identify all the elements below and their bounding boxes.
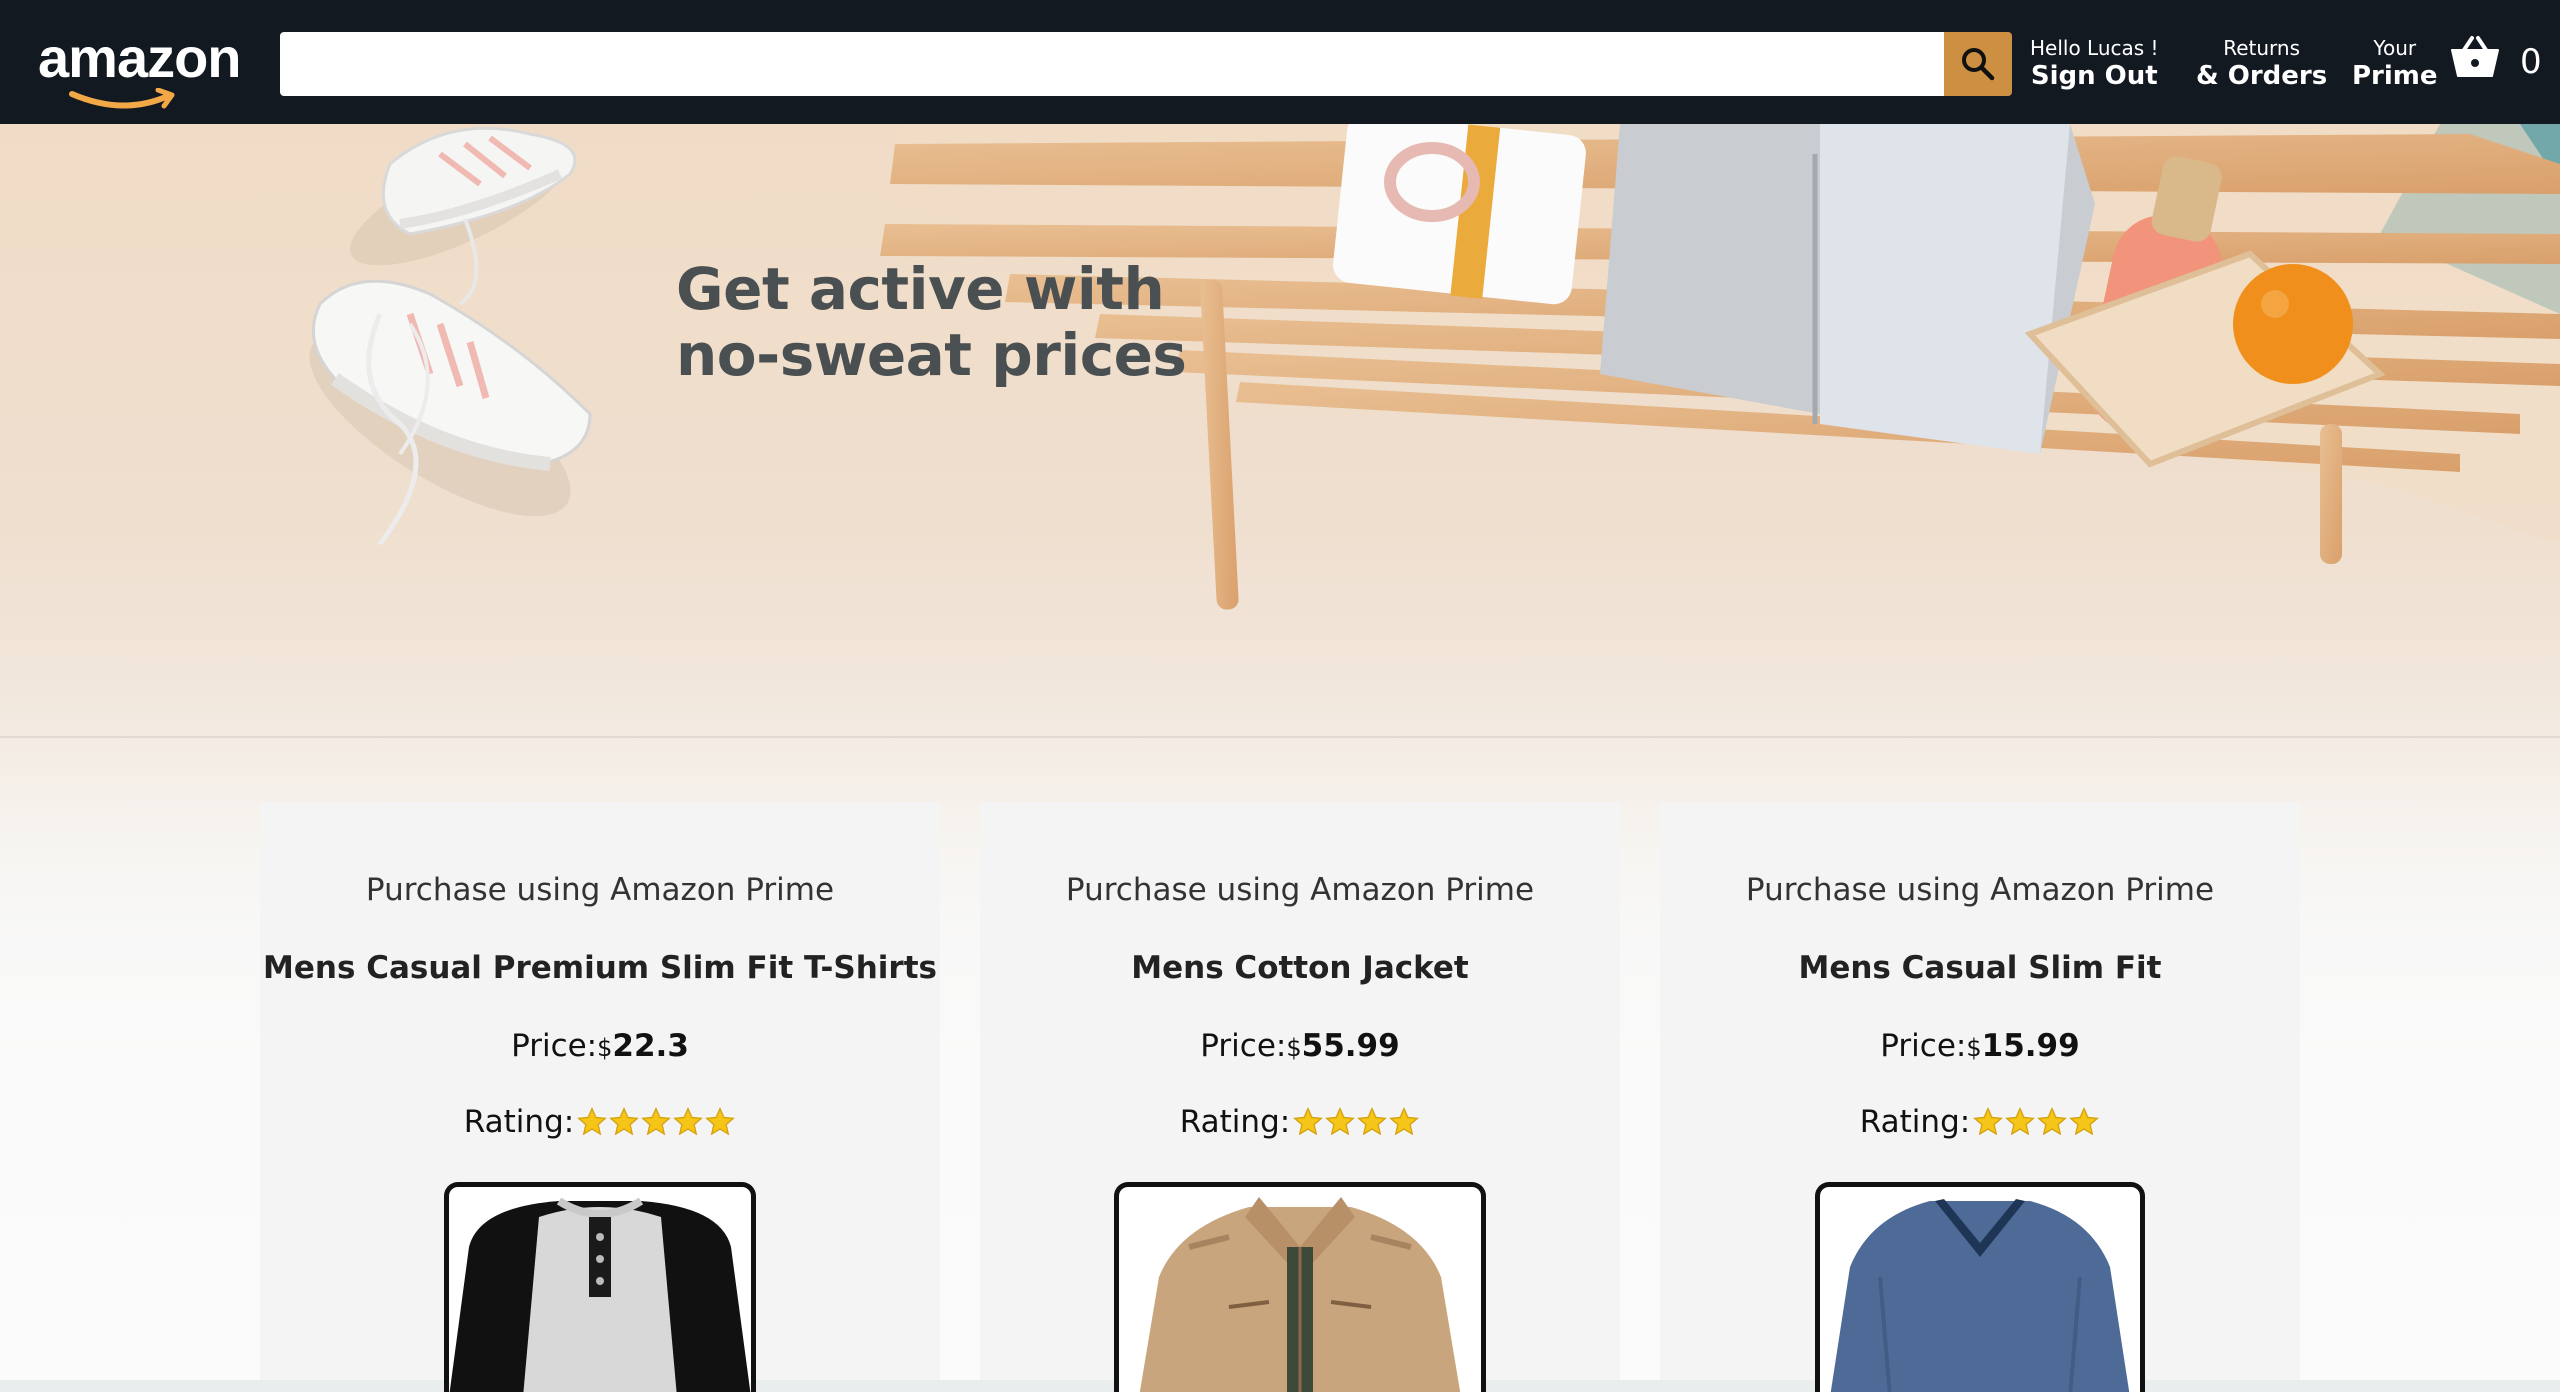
product-caption: Purchase using Amazon Prime xyxy=(1065,872,1535,908)
product-image[interactable] xyxy=(1815,1182,2145,1392)
rating-label: Rating: xyxy=(1179,1104,1291,1140)
logo-smile-icon xyxy=(69,88,175,109)
nav-returns-orders[interactable]: Returns & Orders xyxy=(2196,36,2327,92)
price-label: Price: xyxy=(511,1028,598,1064)
product-card: Purchase using Amazon Prime Mens Cotton … xyxy=(980,802,1620,1392)
star-icon xyxy=(2005,1107,2036,1136)
product-price: Price:$15.99 xyxy=(1660,1028,2300,1064)
top-navbar: amazon Hello Lucas ! Sign Out Returns & … xyxy=(0,0,2560,124)
price-value: 15.99 xyxy=(1981,1028,2080,1064)
product-card: Purchase using Amazon Prime Mens Casual … xyxy=(260,802,940,1392)
star-icon xyxy=(1325,1107,1356,1136)
product-title[interactable]: Mens Casual Slim Fit xyxy=(1660,950,2300,986)
star-icon xyxy=(1293,1107,1324,1136)
product-title[interactable]: Mens Casual Premium Slim Fit T-Shirts xyxy=(260,950,940,986)
star-icon xyxy=(641,1107,672,1136)
price-label: Price: xyxy=(1880,1028,1967,1064)
rating-stars xyxy=(1972,1106,2100,1138)
orders-label: & Orders xyxy=(2196,61,2328,91)
logo-wordmark: amazon xyxy=(38,26,241,89)
product-rating: Rating: xyxy=(980,1104,1620,1140)
star-icon xyxy=(705,1107,736,1136)
khaki-cotton-jacket-image xyxy=(1139,1197,1461,1392)
product-image[interactable] xyxy=(1114,1182,1486,1392)
star-icon xyxy=(2069,1107,2100,1136)
hero-divider xyxy=(0,736,2560,738)
nav-account[interactable]: Hello Lucas ! Sign Out xyxy=(2030,36,2159,92)
star-icon xyxy=(673,1107,704,1136)
star-icon xyxy=(1389,1107,1420,1136)
hero-headline: Get active with no-sweat prices xyxy=(676,255,1187,389)
product-caption: Purchase using Amazon Prime xyxy=(365,872,835,908)
star-icon xyxy=(1357,1107,1388,1136)
product-price: Price:$55.99 xyxy=(980,1028,1620,1064)
sign-out-link[interactable]: Sign Out xyxy=(2030,60,2159,92)
rating-label: Rating: xyxy=(463,1104,575,1140)
price-currency: $ xyxy=(1966,1034,1982,1062)
price-currency: $ xyxy=(1286,1034,1302,1062)
returns-label: Returns xyxy=(2223,36,2300,60)
basket-button[interactable]: 0 xyxy=(2450,34,2550,90)
product-card: Purchase using Amazon Prime Mens Casual … xyxy=(1660,802,2300,1392)
price-value: 55.99 xyxy=(1301,1028,1400,1064)
search-icon xyxy=(1962,48,1995,81)
product-title[interactable]: Mens Cotton Jacket xyxy=(980,950,1620,986)
raglan-henley-shirt-image xyxy=(449,1197,751,1392)
basket-icon xyxy=(2451,36,2499,77)
product-caption: Purchase using Amazon Prime xyxy=(1745,872,2215,908)
greeting-text: Hello Lucas ! xyxy=(2030,36,2159,60)
price-label: Price: xyxy=(1200,1028,1287,1064)
product-rating: Rating: xyxy=(260,1104,940,1140)
rating-label: Rating: xyxy=(1859,1104,1971,1140)
star-icon xyxy=(2037,1107,2068,1136)
search-input[interactable] xyxy=(280,32,1944,96)
rating-stars xyxy=(576,1106,736,1138)
prime-label: Prime xyxy=(2352,61,2438,91)
navy-vneck-longsleeve-image xyxy=(1830,1199,2130,1392)
basket-count: 0 xyxy=(2520,42,2542,82)
price-currency: $ xyxy=(597,1034,613,1062)
search-bar xyxy=(280,32,2012,96)
your-label: Your xyxy=(2373,36,2417,60)
price-value: 22.3 xyxy=(612,1028,689,1064)
star-icon xyxy=(1973,1107,2004,1136)
amazon-logo[interactable]: amazon xyxy=(38,26,244,109)
product-price: Price:$22.3 xyxy=(260,1028,940,1064)
product-rating: Rating: xyxy=(1660,1104,2300,1140)
product-image[interactable] xyxy=(444,1182,756,1392)
nav-prime[interactable]: Your Prime xyxy=(2352,36,2438,92)
search-button[interactable] xyxy=(1944,32,2012,96)
star-icon xyxy=(609,1107,640,1136)
rating-stars xyxy=(1292,1106,1420,1138)
star-icon xyxy=(577,1107,608,1136)
